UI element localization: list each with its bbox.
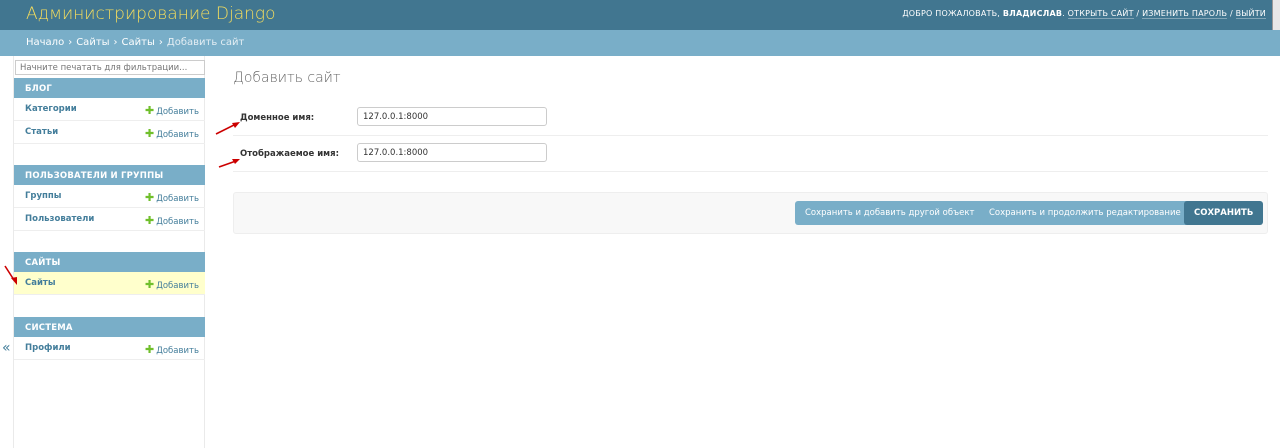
sidebar-item-groups: Группы ✚ Добавить [14, 185, 205, 208]
page-title: Добавить сайт [233, 70, 341, 86]
module-sites: САЙТЫ Сайты ✚ Добавить [14, 252, 205, 295]
red-arrow-icon [218, 159, 240, 168]
save-continue-button[interactable]: Сохранить и продолжить редактирование [979, 201, 1191, 225]
module-caption[interactable]: САЙТЫ [14, 252, 205, 272]
breadcrumb-app[interactable]: Сайты [76, 37, 109, 48]
add-label: Добавить [156, 107, 199, 117]
add-label: Добавить [156, 130, 199, 140]
add-label: Добавить [156, 346, 199, 356]
add-link[interactable]: ✚ Добавить [145, 104, 199, 117]
header: Администрирование Django ДОБРО ПОЖАЛОВАТ… [0, 0, 1280, 44]
logout-link[interactable]: ВЫЙТИ [1235, 9, 1266, 19]
sidebar-item-link[interactable]: Категории [25, 104, 77, 114]
module-caption[interactable]: БЛОГ [14, 78, 205, 98]
save-add-another-button[interactable]: Сохранить и добавить другой объект [795, 201, 985, 225]
plus-icon: ✚ [144, 104, 155, 117]
module-blog: БЛОГ Категории ✚ Добавить Статьи ✚ Добавит… [14, 78, 205, 144]
module-caption[interactable]: ПОЛЬЗОВАТЕЛИ И ГРУППЫ [14, 165, 205, 185]
plus-icon: ✚ [144, 214, 155, 227]
separator: / [1136, 9, 1140, 18]
welcome-text: ДОБРО ПОЖАЛОВАТЬ, [902, 9, 1001, 18]
sidebar-item-link[interactable]: Пользователи [25, 214, 94, 224]
sidebar-item-link[interactable]: Статьи [25, 127, 58, 137]
submit-row: Сохранить и добавить другой объект Сохра… [233, 192, 1268, 234]
display-name-label: Отображаемое имя: [240, 149, 339, 159]
sidebar-item-profiles: Профили ✚ Добавить [14, 337, 205, 360]
plus-icon: ✚ [144, 191, 155, 204]
form-row-domain: Доменное имя: [233, 100, 1268, 136]
add-link[interactable]: ✚ Добавить [145, 278, 199, 291]
module-caption[interactable]: СИСТЕМА [14, 317, 205, 337]
add-link[interactable]: ✚ Добавить [145, 214, 199, 227]
breadcrumb: Начало › Сайты › Сайты › Добавить сайт [0, 30, 1280, 56]
save-button[interactable]: СОХРАНИТЬ [1184, 201, 1264, 225]
toggle-sidebar-button[interactable]: « [2, 340, 11, 356]
sidebar-item-categories: Категории ✚ Добавить [14, 98, 205, 121]
breadcrumb-separator: › [113, 37, 118, 48]
breadcrumb-model[interactable]: Сайты [122, 37, 155, 48]
plus-icon: ✚ [144, 127, 155, 140]
breadcrumb-current: Добавить сайт [166, 37, 245, 48]
username: ВЛАДИСЛАВ [1002, 9, 1063, 18]
add-link[interactable]: ✚ Добавить [145, 343, 199, 356]
change-password-link[interactable]: ИЗМЕНИТЬ ПАРОЛЬ [1142, 9, 1228, 19]
breadcrumb-separator: › [68, 37, 73, 48]
sidebar-item-link[interactable]: Сайты [25, 278, 56, 288]
nav-sidebar: БЛОГ Категории ✚Добавить Статьи ✚Добавит… [13, 56, 205, 448]
red-arrow-icon [215, 122, 240, 135]
sidebar-item-link[interactable]: Профили [25, 343, 71, 353]
sidebar-item-sites: Сайты ✚ Добавить [14, 272, 205, 295]
breadcrumb-home[interactable]: Начало [26, 37, 64, 48]
domain-label: Доменное имя: [240, 113, 315, 123]
site-brand[interactable]: Администрирование Django [26, 4, 276, 24]
add-label: Добавить [156, 281, 199, 291]
user-tools: ДОБРО ПОЖАЛОВАТЬ, ВЛАДИСЛАВ. ОТКРЫТЬ САЙ… [902, 9, 1266, 19]
add-label: Добавить [156, 217, 199, 227]
red-arrow-icon [4, 265, 17, 285]
display-name-field[interactable] [357, 143, 547, 162]
module-auth: ПОЛЬЗОВАТЕЛИ И ГРУППЫ Группы ✚ Добавить П… [14, 165, 205, 231]
plus-icon: ✚ [144, 343, 155, 356]
form-row-name: Отображаемое имя: [233, 136, 1268, 172]
view-site-link[interactable]: ОТКРЫТЬ САЙТ [1067, 9, 1134, 19]
module-system: СИСТЕМА Профили ✚ Добавить [14, 317, 205, 360]
sidebar-item-link[interactable]: Группы [25, 191, 61, 201]
plus-icon: ✚ [144, 278, 155, 291]
domain-field[interactable] [357, 107, 547, 126]
sidebar-item-users: Пользователи ✚ Добавить [14, 208, 205, 231]
nav-filter-input[interactable] [15, 60, 205, 75]
add-link[interactable]: ✚ Добавить [145, 191, 199, 204]
sidebar-item-articles: Статьи ✚ Добавить [14, 121, 205, 144]
add-link[interactable]: ✚ Добавить [145, 127, 199, 140]
separator: / [1229, 9, 1233, 18]
breadcrumb-separator: › [158, 37, 163, 48]
add-label: Добавить [156, 194, 199, 204]
